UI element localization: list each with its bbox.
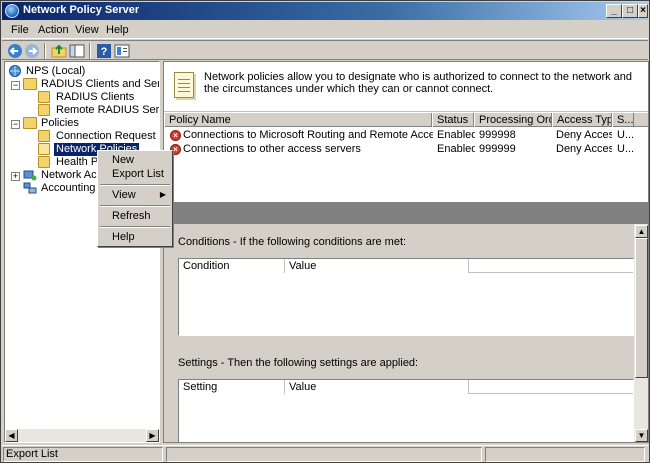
scroll-up-icon[interactable]: ▲: [635, 225, 648, 238]
minimize-button[interactable]: _: [606, 4, 622, 18]
status-cell: Enabled: [437, 143, 475, 155]
tree-node-radius-clients[interactable]: RADIUS Clients: [38, 91, 159, 104]
back-icon[interactable]: [7, 43, 23, 59]
window-title: Network Policy Server: [23, 4, 140, 16]
maximize-button[interactable]: □: [622, 4, 638, 18]
settings-table: Setting Value: [178, 379, 634, 442]
forward-icon[interactable]: [24, 43, 40, 59]
processing-order-cell: 999999: [479, 143, 516, 155]
settings-table-header: Setting Value: [179, 380, 633, 394]
tree-node-policies[interactable]: Policies: [23, 117, 159, 130]
accounting-icon: [23, 182, 37, 194]
folder-icon: [38, 104, 50, 116]
folder-icon: [38, 130, 50, 142]
menu-separator: [100, 184, 170, 186]
col-condition[interactable]: Condition: [179, 259, 285, 273]
conditions-table-header: Condition Value: [179, 259, 633, 273]
col-setting-value[interactable]: Value: [285, 380, 469, 394]
menu-help[interactable]: Help: [106, 24, 129, 36]
policy-name-cell: Connections to other access servers: [183, 143, 361, 155]
tree-node-remote-radius-server-groups[interactable]: Remote RADIUS Server G: [38, 104, 159, 117]
deny-access-icon: ×: [170, 130, 181, 141]
context-menu-export-list[interactable]: Export List: [100, 167, 170, 181]
source-cell: U...: [617, 143, 635, 155]
detail-header-band: [164, 202, 648, 224]
info-text: Network policies allow you to designate …: [204, 71, 633, 95]
conditions-title: Conditions - If the following conditions…: [178, 236, 407, 248]
col-access-type[interactable]: Access Type: [552, 113, 612, 127]
scroll-left-icon[interactable]: ◀: [5, 429, 18, 442]
col-condition-value[interactable]: Value: [285, 259, 469, 273]
policy-name-cell: Connections to Microsoft Routing and Rem…: [183, 129, 433, 141]
info-banner: Network policies allow you to designate …: [164, 62, 648, 112]
tree-node-connection-request-policies[interactable]: Connection Request Polici: [38, 130, 159, 143]
close-button[interactable]: ×: [638, 4, 648, 18]
menu-action[interactable]: Action: [38, 24, 69, 36]
source-cell: U...: [617, 129, 635, 141]
conditions-table: Condition Value: [178, 258, 634, 336]
server-globe-icon: [9, 65, 21, 77]
col-source[interactable]: S...: [612, 113, 634, 127]
col-processing-order[interactable]: Processing Order: [474, 113, 552, 127]
toolbar: ?: [2, 40, 648, 60]
context-menu-help[interactable]: Help: [100, 230, 170, 244]
status-pane: [485, 447, 645, 462]
open-folder-icon: [38, 143, 50, 155]
context-menu: New Export List View ▶ Refresh Help: [97, 150, 173, 247]
menu-view[interactable]: View: [75, 24, 99, 36]
details-vertical-scrollbar[interactable]: ▲ ▼: [634, 224, 648, 442]
toolbar-separator: [89, 43, 91, 59]
folder-icon: [23, 117, 37, 129]
details-pane: Network policies allow you to designate …: [163, 61, 649, 443]
help-icon[interactable]: ?: [96, 43, 112, 59]
up-folder-icon[interactable]: [51, 43, 67, 59]
status-cell: Enabled: [437, 129, 475, 141]
tree-node-nps-local[interactable]: NPS (Local): [8, 65, 158, 78]
toolbar-separator: [44, 43, 46, 59]
menu-separator: [100, 205, 170, 207]
collapse-radius-toggle[interactable]: −: [11, 81, 20, 90]
table-row[interactable]: × Connections to other access servers En…: [164, 142, 648, 156]
folder-icon: [38, 91, 50, 103]
title-bar[interactable]: Network Policy Server _ □ ×: [2, 2, 648, 20]
scroll-right-icon[interactable]: ▶: [146, 429, 159, 442]
col-policy-name[interactable]: Policy Name: [164, 113, 432, 127]
context-menu-view[interactable]: View ▶: [100, 188, 170, 202]
submenu-arrow-icon: ▶: [159, 190, 166, 199]
network-access-icon: [23, 170, 37, 181]
menu-separator: [100, 226, 170, 228]
properties-icon[interactable]: [114, 43, 130, 59]
tree-horizontal-scrollbar[interactable]: ◀ ▶: [5, 429, 159, 442]
show-hide-tree-icon[interactable]: [69, 43, 85, 59]
tree-node-radius-clients-servers[interactable]: RADIUS Clients and Servers: [23, 78, 159, 91]
folder-icon: [38, 156, 50, 168]
col-setting[interactable]: Setting: [179, 380, 285, 394]
nps-window: Network Policy Server _ □ × File Action …: [0, 0, 650, 463]
settings-title: Settings - Then the following settings a…: [178, 357, 419, 369]
scroll-thumb[interactable]: [635, 238, 648, 378]
status-pane: [166, 447, 482, 462]
context-menu-new[interactable]: New: [100, 153, 170, 167]
collapse-policies-toggle[interactable]: −: [11, 120, 20, 129]
table-row[interactable]: × Connections to Microsoft Routing and R…: [164, 128, 648, 142]
nps-app-icon: [5, 4, 19, 18]
menu-bar: File Action View Help: [2, 21, 648, 39]
col-status[interactable]: Status: [432, 113, 474, 127]
svg-text:?: ?: [101, 46, 108, 58]
policy-details-panel: Conditions - If the following conditions…: [164, 224, 634, 442]
access-type-cell: Deny Access: [556, 143, 612, 155]
status-bar: Export List: [2, 445, 648, 462]
status-text: Export List: [3, 447, 163, 462]
policy-table-header: Policy Name Status Processing Order Acce…: [164, 113, 648, 127]
console-tree: NPS (Local) − RADIUS Clients and Servers…: [4, 61, 160, 443]
folder-icon: [23, 78, 37, 90]
context-menu-view-label: View: [112, 189, 136, 201]
scroll-down-icon[interactable]: ▼: [635, 429, 648, 442]
access-type-cell: Deny Access: [556, 129, 612, 141]
expand-network-access-toggle[interactable]: +: [11, 172, 20, 181]
menu-file[interactable]: File: [11, 24, 29, 36]
processing-order-cell: 999998: [479, 129, 516, 141]
document-icon: [174, 72, 194, 98]
context-menu-refresh[interactable]: Refresh: [100, 209, 170, 223]
